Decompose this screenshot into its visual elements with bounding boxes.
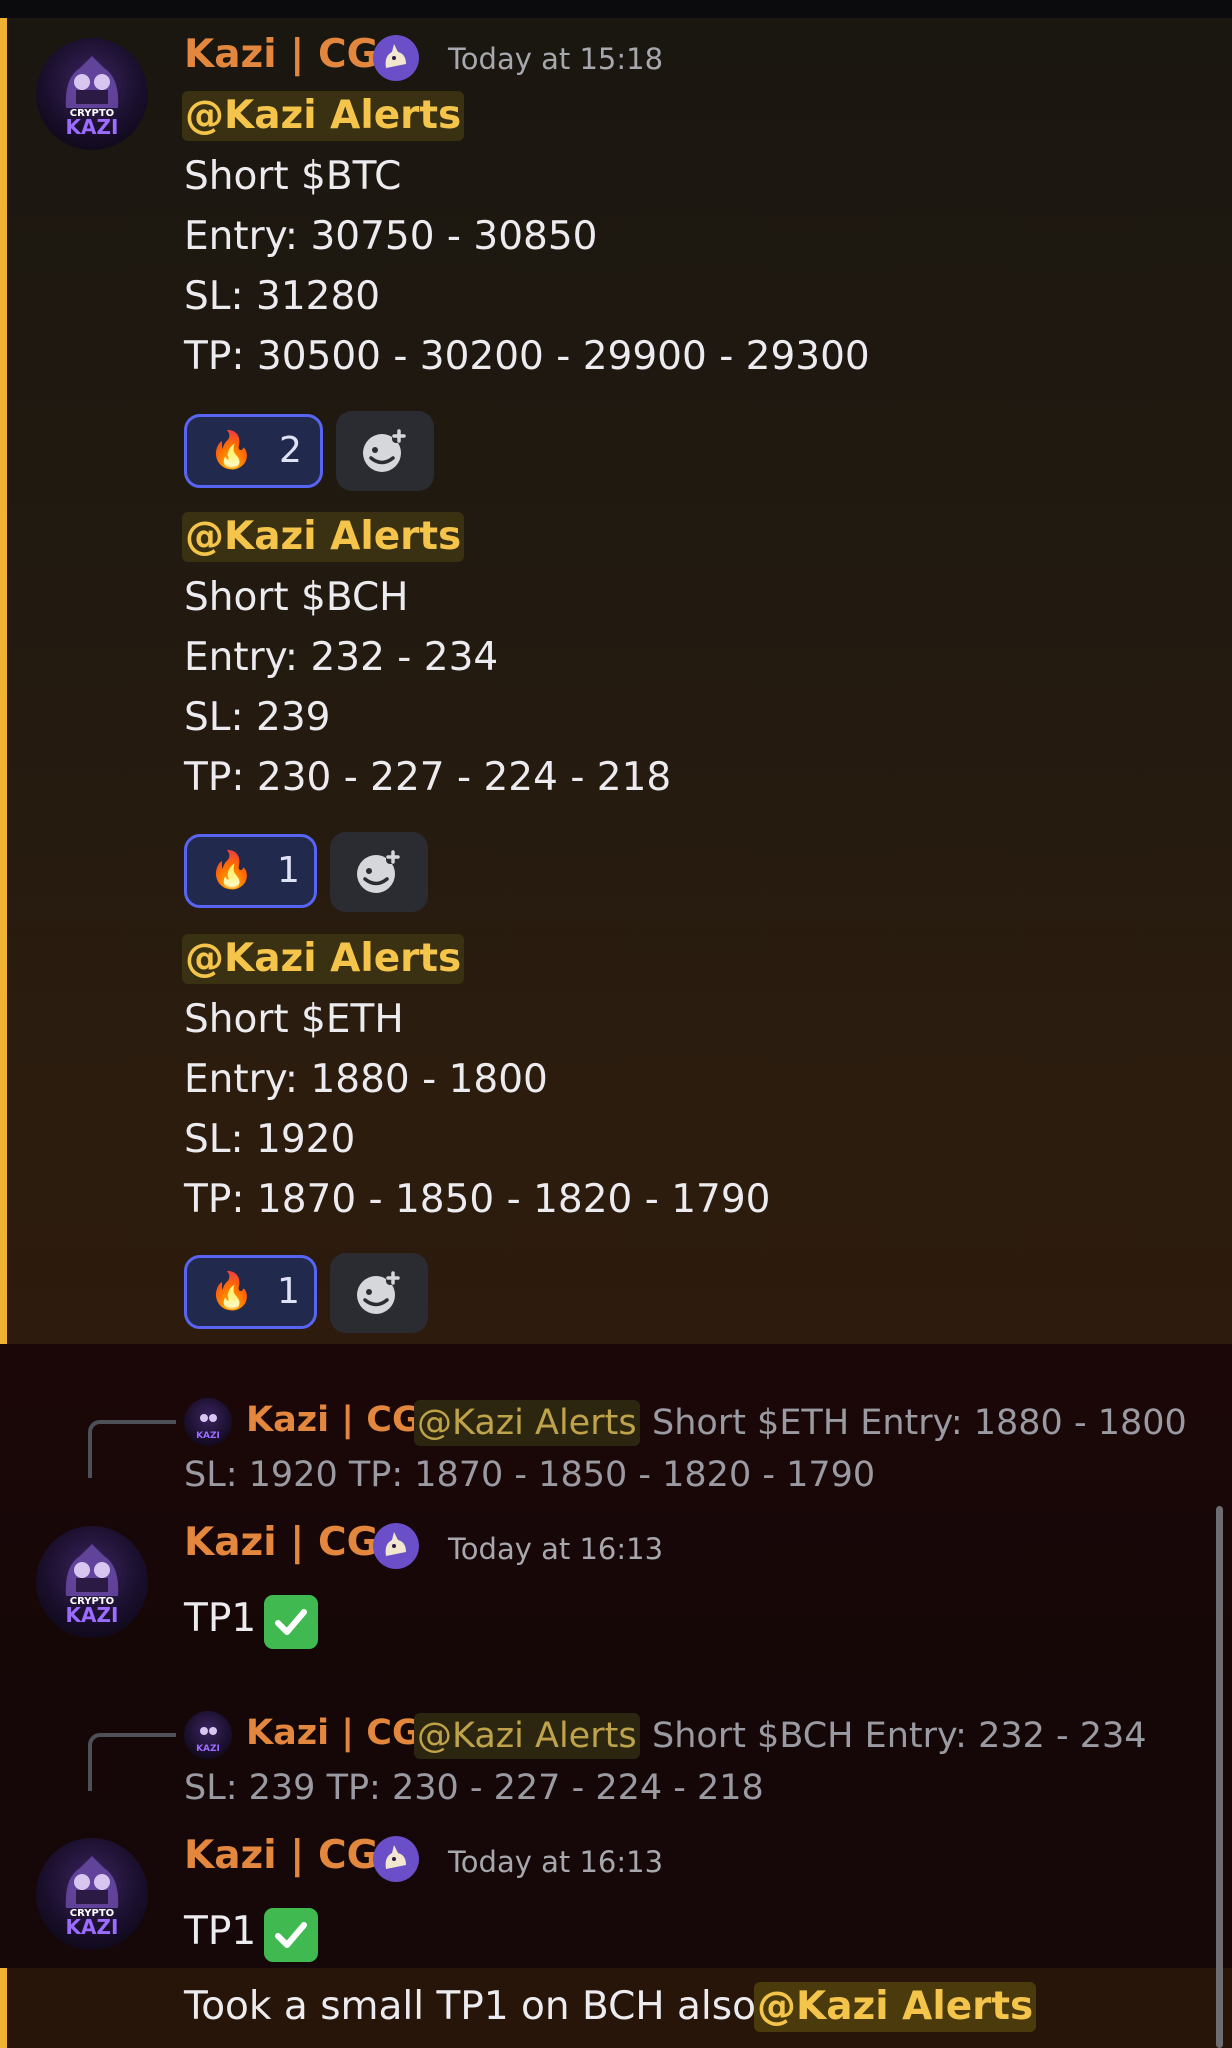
svg-text:KAZI: KAZI [66, 1603, 119, 1627]
alert-line: TP: 1870 - 1850 - 1820 - 1790 [184, 1177, 771, 1222]
goat-icon [373, 1836, 419, 1882]
timestamp: Today at 15:18 [448, 42, 664, 76]
alert-line: Short $ETH [184, 997, 404, 1042]
alert-line: TP: 30500 - 30200 - 29900 - 29300 [184, 334, 870, 379]
alert-line: Short $BTC [184, 154, 402, 199]
mention-kazi-alerts[interactable]: @Kazi Alerts [182, 512, 465, 562]
svg-text:KAZI: KAZI [196, 1744, 220, 1754]
alert-line: SL: 239 [184, 695, 331, 740]
mention-kazi-alerts[interactable]: @Kazi Alerts [182, 934, 465, 984]
mention-kazi-alerts[interactable]: @Kazi Alerts [182, 91, 465, 141]
mention-kazi-alerts[interactable]: @Kazi Alerts [754, 1982, 1037, 2032]
fire-reaction[interactable]: 🔥 1 [184, 834, 317, 908]
fire-icon: 🔥 [209, 430, 254, 471]
fire-icon: 🔥 [209, 850, 254, 891]
reply-preview-text[interactable]: SL: 239 TP: 230 - 227 - 224 - 218 [184, 1765, 764, 1811]
reply-preview-text[interactable]: Short $BCH Entry: 232 - 234 [652, 1713, 1147, 1759]
reply-preview-text[interactable]: SL: 1920 TP: 1870 - 1850 - 1820 - 1790 [184, 1452, 875, 1498]
reaction-count: 1 [277, 850, 300, 891]
alert-line: SL: 31280 [184, 274, 381, 319]
avatar-logo-icon: CRYPTO KAZI [66, 1544, 119, 1627]
reply-connector [88, 1420, 176, 1478]
alert-line: Entry: 1880 - 1800 [184, 1057, 548, 1102]
message-text: TP1 [184, 1909, 257, 1954]
author-name[interactable]: Kazi | CG [184, 1833, 379, 1878]
reply-avatar[interactable]: KAZI [184, 1711, 232, 1759]
avatar[interactable]: CRYPTO KAZI [36, 1838, 148, 1950]
svg-text:KAZI: KAZI [66, 115, 119, 139]
mention-highlight-bar [0, 18, 7, 1344]
add-emoji-icon [363, 429, 406, 472]
alert-line: Entry: 232 - 234 [184, 635, 499, 680]
author-name[interactable]: Kazi | CG [184, 1520, 379, 1565]
add-reaction-button[interactable] [330, 1253, 428, 1333]
scrollbar[interactable] [1216, 1506, 1223, 2048]
fire-reaction[interactable]: 🔥 1 [184, 1255, 317, 1329]
timestamp: Today at 16:13 [448, 1532, 664, 1566]
reply-author[interactable]: Kazi | CG [246, 1400, 421, 1440]
alert-line: TP: 230 - 227 - 224 - 218 [184, 755, 672, 800]
svg-text:KAZI: KAZI [66, 1915, 119, 1939]
avatar-logo-icon: CRYPTO KAZI [66, 1856, 119, 1939]
reply-mention[interactable]: @Kazi Alerts [414, 1713, 640, 1759]
reply-connector [88, 1733, 176, 1791]
avatar-logo-icon: CRYPTO KAZI [66, 56, 119, 139]
fire-reaction[interactable]: 🔥 2 [184, 414, 323, 488]
avatar-logo-icon: KAZI [196, 1727, 220, 1754]
reply-preview-text[interactable]: Short $ETH Entry: 1880 - 1800 [652, 1400, 1187, 1446]
reaction-count: 1 [277, 1271, 300, 1312]
check-mark-icon [264, 1595, 318, 1649]
message-text: TP1 [184, 1596, 257, 1641]
reply-author[interactable]: Kazi | CG [246, 1713, 421, 1753]
add-emoji-icon [357, 850, 400, 893]
add-reaction-button[interactable] [330, 832, 428, 912]
author-name[interactable]: Kazi | CG [184, 32, 379, 77]
avatar-logo-icon: KAZI [196, 1414, 220, 1441]
timestamp: Today at 16:13 [448, 1845, 664, 1879]
top-bar [0, 0, 1232, 18]
reaction-count: 2 [279, 430, 302, 471]
svg-text:KAZI: KAZI [196, 1431, 220, 1441]
add-reaction-button[interactable] [336, 411, 434, 491]
goat-icon [373, 35, 419, 81]
message-text: Took a small TP1 on BCH also [184, 1984, 756, 2029]
alert-line: Short $BCH [184, 575, 409, 620]
alert-line: SL: 1920 [184, 1117, 356, 1162]
avatar[interactable]: CRYPTO KAZI [36, 1526, 148, 1638]
goat-icon [373, 1523, 419, 1569]
add-emoji-icon [357, 1271, 400, 1314]
mention-highlight-bar [0, 1968, 7, 2048]
avatar[interactable]: CRYPTO KAZI [36, 38, 148, 150]
reply-mention[interactable]: @Kazi Alerts [414, 1400, 640, 1446]
alert-line: Entry: 30750 - 30850 [184, 214, 598, 259]
check-mark-icon [264, 1908, 318, 1962]
reply-avatar[interactable]: KAZI [184, 1398, 232, 1446]
fire-icon: 🔥 [209, 1271, 254, 1312]
